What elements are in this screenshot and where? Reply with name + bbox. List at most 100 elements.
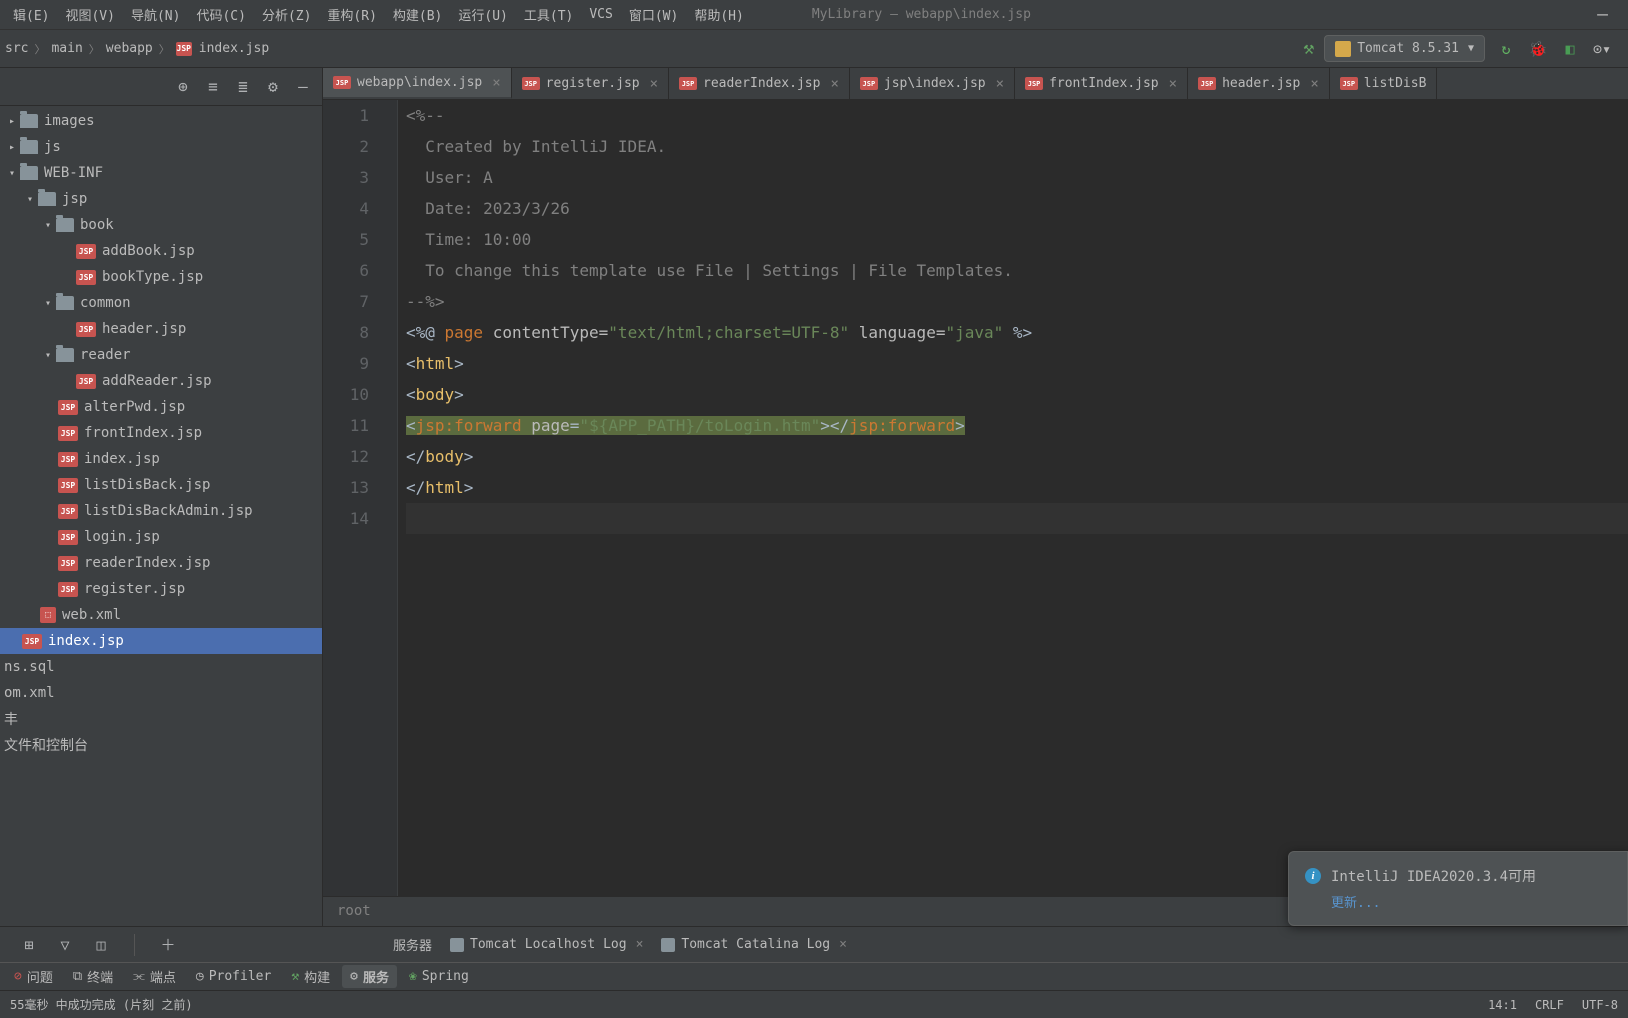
toolwin-services[interactable]: ⚙服务	[342, 965, 397, 988]
tree-file[interactable]: JSPfrontIndex.jsp	[0, 420, 322, 446]
editor-tab[interactable]: JSPregister.jsp×	[512, 68, 669, 99]
toolwin-terminal[interactable]: ⧉终端	[65, 965, 121, 988]
close-icon[interactable]: ×	[636, 937, 644, 952]
toolwin-spring[interactable]: ❀Spring	[401, 967, 477, 986]
tree-folder-jsp[interactable]: ▾jsp	[0, 186, 322, 212]
breadcrumb-item[interactable]: index.jsp	[199, 41, 269, 56]
tab-server[interactable]: 服务器	[393, 935, 432, 954]
toolwindow-bar: ⊘问题 ⧉终端 ⫘端点 ◷Profiler ⚒构建 ⚙服务 ❀Spring	[0, 962, 1628, 990]
toolwin-build[interactable]: ⚒构建	[283, 965, 338, 988]
menu-help[interactable]: 帮助(H)	[686, 5, 751, 24]
rerun-icon[interactable]: ↻	[1495, 38, 1517, 60]
tree-file[interactable]: JSPlistDisBackAdmin.jsp	[0, 498, 322, 524]
close-icon[interactable]: ×	[646, 76, 658, 92]
tree-file[interactable]: ns.sql	[0, 654, 322, 680]
editor-tab[interactable]: JSPlistDisB	[1330, 68, 1438, 99]
editor-tab[interactable]: JSPwebapp\index.jsp×	[323, 68, 512, 99]
close-icon[interactable]: ×	[1306, 76, 1318, 92]
build-icon[interactable]: ⚒	[1303, 38, 1314, 59]
folder-icon	[20, 166, 38, 180]
tree-file[interactable]: om.xml	[0, 680, 322, 706]
editor-tab[interactable]: JSPfrontIndex.jsp×	[1015, 68, 1188, 99]
tree-file[interactable]: JSPlogin.jsp	[0, 524, 322, 550]
tree-folder-images[interactable]: ▸images	[0, 108, 322, 134]
close-icon[interactable]: ×	[1165, 76, 1177, 92]
jsp-icon: JSP	[58, 452, 78, 467]
collapse-all-icon[interactable]: ≣	[234, 78, 252, 96]
tree-item[interactable]: 丰	[0, 706, 322, 732]
tree-folder-reader[interactable]: ▾reader	[0, 342, 322, 368]
notification-title: IntelliJ IDEA2020.3.4可用	[1331, 866, 1536, 886]
menu-build[interactable]: 构建(B)	[385, 5, 450, 24]
editor-tab[interactable]: JSPjsp\index.jsp×	[850, 68, 1015, 99]
tree-file[interactable]: JSPbookType.jsp	[0, 264, 322, 290]
jsp-icon: JSP	[58, 426, 78, 441]
debug-icon[interactable]: 🐞	[1527, 38, 1549, 60]
expand-all-icon[interactable]: ≡	[204, 78, 222, 96]
run-config-selector[interactable]: Tomcat 8.5.31 ▼	[1324, 35, 1485, 62]
settings-icon[interactable]: ⚙	[264, 78, 282, 96]
breadcrumb-item[interactable]: main	[51, 41, 82, 56]
tree-item[interactable]: 文件和控制台	[0, 732, 322, 758]
window-minimize[interactable]: —	[1582, 4, 1623, 25]
add-icon[interactable]: ＋	[159, 936, 177, 954]
line-separator[interactable]: CRLF	[1535, 998, 1564, 1012]
menu-view[interactable]: 视图(V)	[57, 5, 122, 24]
menu-code[interactable]: 代码(C)	[188, 5, 253, 24]
hide-icon[interactable]: —	[294, 78, 312, 96]
jsp-icon: JSP	[860, 77, 878, 90]
close-icon[interactable]: ×	[488, 75, 500, 91]
cursor-position[interactable]: 14:1	[1488, 998, 1517, 1012]
locate-icon[interactable]: ⊕	[174, 78, 192, 96]
tree-folder-common[interactable]: ▾common	[0, 290, 322, 316]
menu-vcs[interactable]: VCS	[581, 7, 620, 22]
menu-window[interactable]: 窗口(W)	[621, 5, 686, 24]
file-encoding[interactable]: UTF-8	[1582, 998, 1618, 1012]
toolwin-endpoints[interactable]: ⫘端点	[125, 965, 184, 988]
tree-file[interactable]: JSPalterPwd.jsp	[0, 394, 322, 420]
tree-file[interactable]: JSPheader.jsp	[0, 316, 322, 342]
menu-refactor[interactable]: 重构(R)	[319, 5, 384, 24]
menu-edit[interactable]: 辑(E)	[5, 5, 57, 24]
editor-tab[interactable]: JSPheader.jsp×	[1188, 68, 1330, 99]
group-icon[interactable]: ◫	[92, 936, 110, 954]
toolwin-profiler[interactable]: ◷Profiler	[188, 967, 279, 986]
breadcrumb-item[interactable]: webapp	[106, 41, 153, 56]
sidebar-toolbar: ⊕ ≡ ≣ ⚙ —	[0, 68, 322, 106]
tab-catalina-log[interactable]: Tomcat Catalina Log×	[661, 937, 847, 952]
code-content[interactable]: <%-- Created by IntelliJ IDEA. User: A D…	[398, 100, 1628, 896]
tree-file[interactable]: JSPaddReader.jsp	[0, 368, 322, 394]
filter-icon[interactable]: ▽	[56, 936, 74, 954]
statusbar: 55毫秒 中成功完成 (片刻 之前) 14:1 CRLF UTF-8	[0, 990, 1628, 1018]
toolwin-problems[interactable]: ⊘问题	[6, 965, 61, 988]
menu-analyze[interactable]: 分析(Z)	[254, 5, 319, 24]
breadcrumb-item[interactable]: src	[5, 41, 28, 56]
tree-file[interactable]: JSPreaderIndex.jsp	[0, 550, 322, 576]
tree-file[interactable]: JSPindex.jsp	[0, 446, 322, 472]
layout-icon[interactable]: ⊞	[20, 936, 38, 954]
tree-file[interactable]: JSPaddBook.jsp	[0, 238, 322, 264]
profiler-run-icon[interactable]: ⊙▾	[1591, 38, 1613, 60]
editor-tab[interactable]: JSPreaderIndex.jsp×	[669, 68, 850, 99]
tree-file[interactable]: ⬚web.xml	[0, 602, 322, 628]
coverage-icon[interactable]: ◧	[1559, 38, 1581, 60]
tree-file-selected[interactable]: JSPindex.jsp	[0, 628, 322, 654]
tree-folder-webinf[interactable]: ▾WEB-INF	[0, 160, 322, 186]
code-area[interactable]: 1234567891011121314 <%-- Created by Inte…	[323, 100, 1628, 896]
tree-folder-js[interactable]: ▸js	[0, 134, 322, 160]
close-icon[interactable]: ×	[992, 76, 1004, 92]
gutter: 1234567891011121314	[323, 100, 398, 896]
close-icon[interactable]: ×	[839, 937, 847, 952]
tree-file[interactable]: JSPregister.jsp	[0, 576, 322, 602]
jsp-icon: JSP	[1025, 77, 1043, 90]
tab-localhost-log[interactable]: Tomcat Localhost Log×	[450, 937, 643, 952]
close-icon[interactable]: ×	[826, 76, 838, 92]
notification-action[interactable]: 更新...	[1331, 892, 1611, 911]
tree-folder-book[interactable]: ▾book	[0, 212, 322, 238]
menu-run[interactable]: 运行(U)	[450, 5, 515, 24]
folder-icon	[20, 140, 38, 154]
tree-file[interactable]: JSPlistDisBack.jsp	[0, 472, 322, 498]
menu-navigate[interactable]: 导航(N)	[123, 5, 188, 24]
menu-tools[interactable]: 工具(T)	[516, 5, 581, 24]
log-icon	[661, 938, 675, 952]
